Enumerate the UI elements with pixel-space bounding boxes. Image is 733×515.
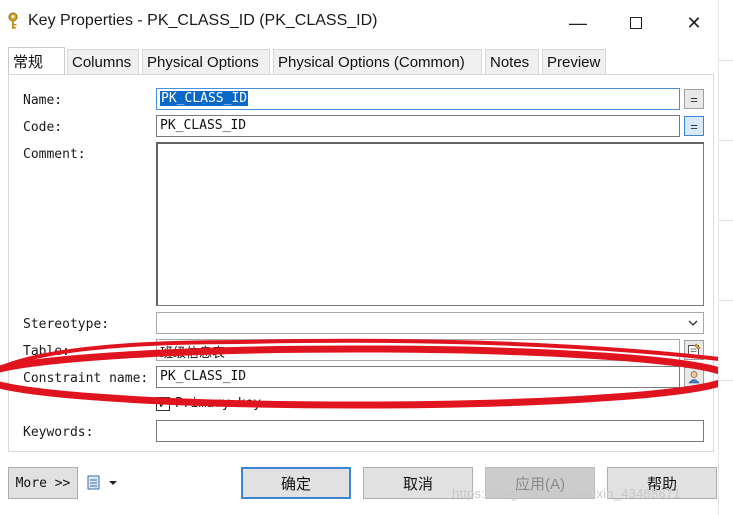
keywords-label: Keywords:: [23, 425, 94, 440]
name-input[interactable]: PK_CLASS_ID: [156, 88, 680, 110]
chevron-down-icon: [688, 320, 698, 326]
comment-label: Comment:: [23, 147, 86, 162]
watermark: https://blog.csdn.net/weixin_43488671: [452, 486, 681, 501]
constraint-user-button[interactable]: [684, 367, 704, 387]
more-button[interactable]: More >>: [8, 467, 78, 499]
tab-general[interactable]: 常规: [8, 47, 65, 75]
primary-key-checkbox[interactable]: ✓: [156, 397, 170, 411]
table-properties-button[interactable]: [684, 340, 704, 360]
minimize-button[interactable]: —: [556, 6, 600, 40]
tab-preview[interactable]: Preview: [542, 49, 606, 75]
background-window-edge: [718, 0, 733, 515]
title-bar: Key Properties - PK_CLASS_ID (PK_CLASS_I…: [0, 0, 733, 44]
code-input[interactable]: PK_CLASS_ID: [156, 115, 680, 137]
tab-notes[interactable]: Notes: [485, 49, 539, 75]
keywords-input[interactable]: [156, 420, 704, 442]
user-icon: [688, 371, 700, 384]
constraint-name-label: Constraint name:: [23, 371, 149, 386]
name-value: PK_CLASS_ID: [160, 91, 249, 106]
primary-key-label: Primary key: [175, 396, 262, 411]
tab-physical-options-common[interactable]: Physical Options (Common): [273, 49, 482, 75]
stereotype-label: Stereotype:: [23, 317, 110, 332]
tab-physical-options[interactable]: Physical Options: [142, 49, 270, 75]
tab-columns[interactable]: Columns: [67, 49, 139, 75]
window-title: Key Properties - PK_CLASS_ID (PK_CLASS_I…: [28, 12, 378, 29]
ok-button[interactable]: 确定: [241, 467, 351, 499]
code-label: Code:: [23, 120, 63, 135]
code-sync-button[interactable]: =: [684, 116, 704, 136]
constraint-name-input[interactable]: PK_CLASS_ID: [156, 366, 680, 388]
table-label: Table:: [23, 344, 70, 359]
name-label: Name:: [23, 93, 63, 108]
stereotype-combobox[interactable]: [156, 312, 704, 334]
maximize-button[interactable]: [614, 6, 658, 40]
table-field: 班级信息表: [156, 339, 680, 361]
general-panel: Name: PK_CLASS_ID = Code: PK_CLASS_ID = …: [8, 74, 714, 452]
comment-textarea[interactable]: [156, 142, 704, 306]
tab-strip: 常规 Columns Physical Options Physical Opt…: [8, 47, 608, 75]
document-menu-button[interactable]: [86, 474, 122, 492]
maximize-icon: [630, 17, 642, 29]
properties-icon: [688, 343, 701, 356]
name-code-sync-button[interactable]: =: [684, 89, 704, 109]
key-icon: [8, 12, 18, 29]
close-button[interactable]: ✕: [672, 6, 716, 40]
